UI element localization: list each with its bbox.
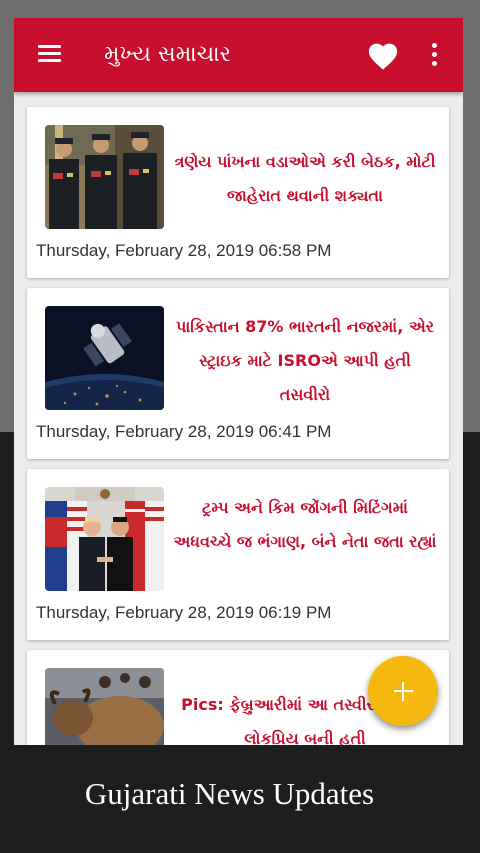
app-title: મુખ્ય સમાચાર [104, 42, 232, 67]
add-button[interactable] [368, 656, 438, 726]
heart-icon[interactable] [366, 39, 400, 71]
phone-screen: મુખ્ય સમાચાર ત્રણેય પાંખના વડાઓએ કરી બેઠ… [14, 18, 463, 745]
news-date: Thursday, February 28, 2019 06:19 PM [36, 603, 332, 622]
news-date: Thursday, February 28, 2019 06:58 PM [36, 241, 332, 260]
news-card[interactable]: પાકિસ્તાન 87% ભારતની નજરમાં, એર સ્ટ્રાઇક… [27, 288, 449, 459]
news-date: Thursday, February 28, 2019 06:41 PM [36, 422, 332, 441]
hamburger-menu-icon[interactable] [38, 45, 61, 63]
more-vertical-icon[interactable] [430, 43, 438, 67]
satellite-over-earth-photo [45, 306, 164, 410]
promo-caption: Gujarati News Updates [84, 776, 375, 811]
news-headline: ત્રણેય પાંખના વડાઓએ કરી બેઠક, મોટી જાહેર… [174, 152, 436, 205]
app-bar: મુખ્ય સમાચાર [14, 18, 463, 92]
news-headline: પાકિસ્તાન 87% ભારતની નજરમાં, એર સ્ટ્રાઇક… [175, 317, 435, 404]
news-card[interactable]: ત્રણેય પાંખના વડાઓએ કરી બેઠક, મોટી જાહેર… [27, 107, 449, 278]
military-chiefs-photo [45, 125, 164, 229]
trump-kim-summit-photo [45, 487, 164, 591]
news-headline: ટ્રમ્પ અને કિમ જોંગની મિટિંગમાં અધવચ્ચે … [173, 498, 437, 551]
news-card[interactable]: ટ્રમ્પ અને કિમ જોંગની મિટિંગમાં અધવચ્ચે … [27, 469, 449, 640]
bull-statue-photo [45, 668, 164, 745]
